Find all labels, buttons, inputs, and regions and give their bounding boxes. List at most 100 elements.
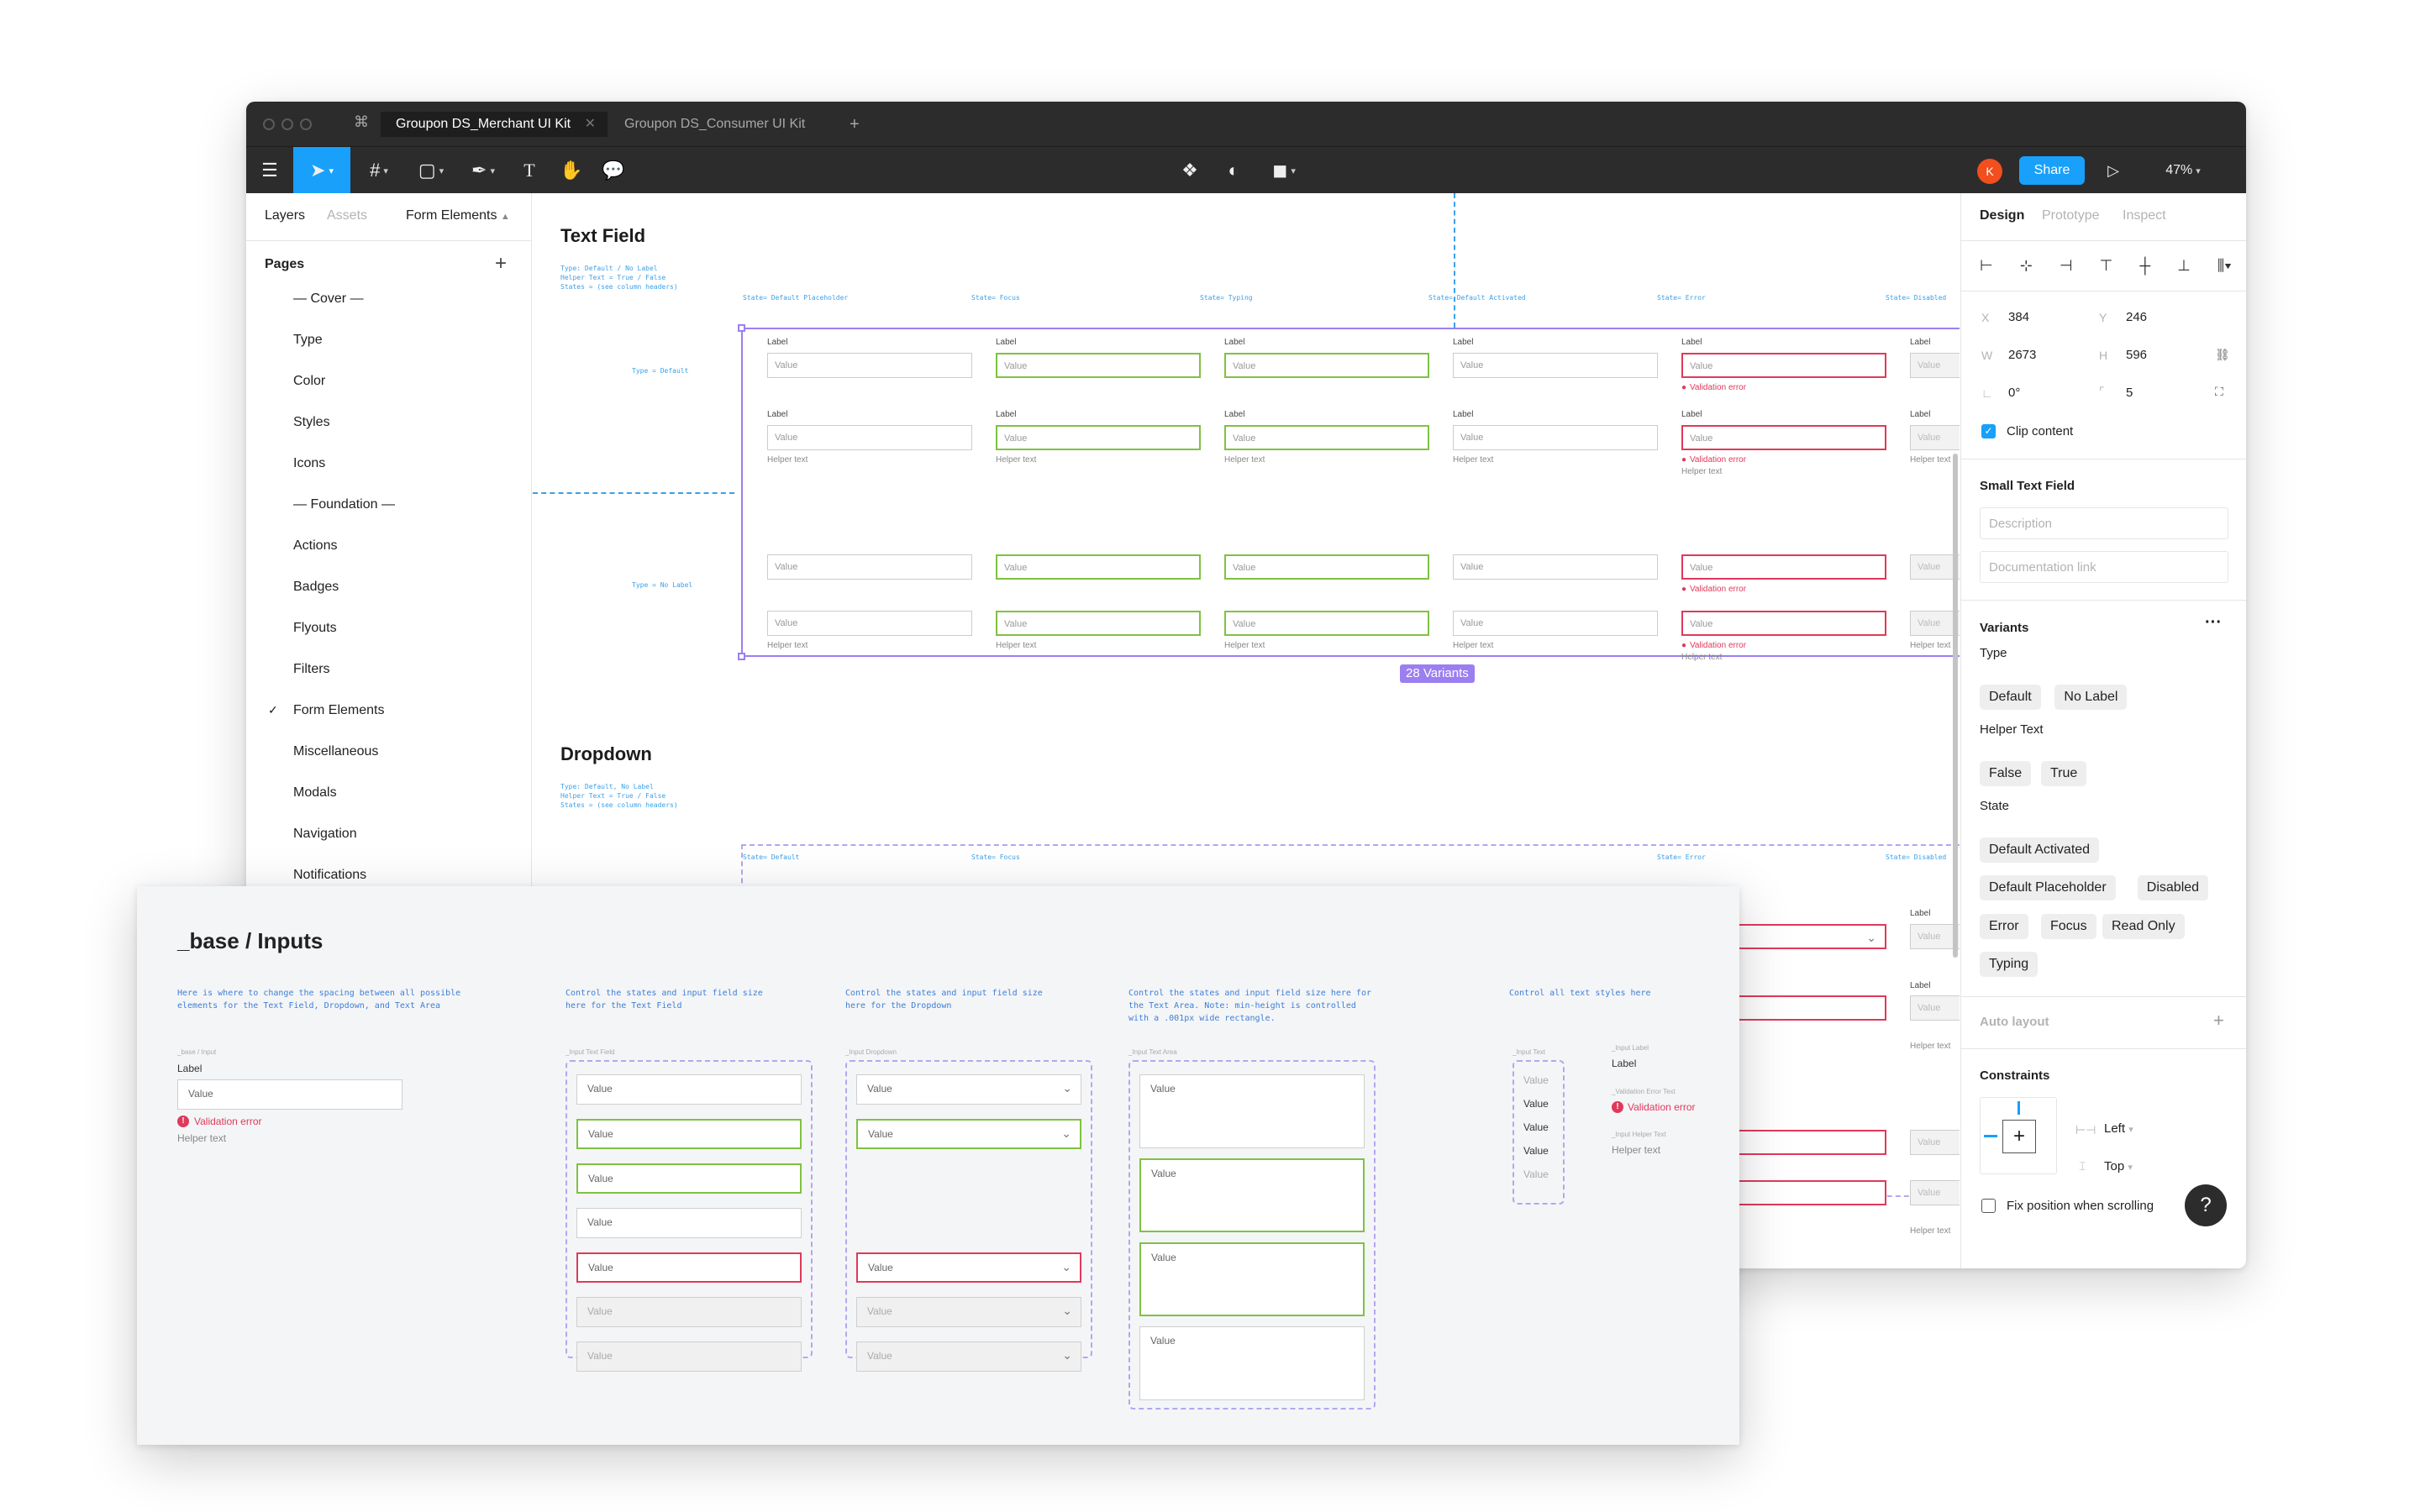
- page-item[interactable]: Modals: [293, 785, 337, 801]
- base-input[interactable]: Value: [177, 1079, 402, 1110]
- dropdown-state[interactable]: Value ⌄: [856, 1252, 1081, 1283]
- tab-layers[interactable]: Layers: [265, 208, 305, 223]
- text-field[interactable]: Value: [1224, 611, 1429, 636]
- minimize-window-icon[interactable]: [281, 118, 293, 130]
- variant-option-chip[interactable]: Disabled: [2137, 875, 2209, 900]
- text-field[interactable]: Value: [1453, 611, 1658, 636]
- independent-corners-icon[interactable]: ⛶: [2215, 385, 2223, 399]
- text-field[interactable]: Value: [1681, 611, 1886, 636]
- distribute-icon[interactable]: ⫼▾: [2217, 257, 2232, 275]
- mask-icon[interactable]: ◐: [1213, 147, 1255, 194]
- text-field-state[interactable]: Value: [576, 1341, 802, 1372]
- help-button[interactable]: ?: [2185, 1184, 2227, 1226]
- share-button[interactable]: Share: [2019, 156, 2085, 185]
- fix-position-checkbox[interactable]: [1981, 1199, 1996, 1213]
- page-item[interactable]: Icons: [293, 456, 325, 471]
- align-middle-icon[interactable]: ┼: [2139, 257, 2150, 275]
- page-item[interactable]: Type: [293, 333, 323, 348]
- constraint-top-line[interactable]: [2018, 1101, 2020, 1115]
- variant-option-chip[interactable]: Default Activated: [1980, 837, 2100, 863]
- canvas-scrollbar[interactable]: [1953, 454, 1958, 958]
- text-field[interactable]: Value: [767, 611, 972, 636]
- text-field[interactable]: Value: [1681, 554, 1886, 580]
- constraint-widget[interactable]: +: [1980, 1097, 2057, 1174]
- dropdown-field[interactable]: Value: [1910, 1130, 1960, 1155]
- clip-content-checkbox[interactable]: ✓: [1981, 424, 1996, 438]
- page-item[interactable]: Form Elements: [293, 703, 384, 718]
- documentation-link-field[interactable]: Documentation link: [1980, 551, 2228, 583]
- text-field[interactable]: Value: [1453, 425, 1658, 450]
- boolean-icon[interactable]: ◼ ▾: [1259, 147, 1309, 194]
- text-field[interactable]: Value: [1224, 554, 1429, 580]
- page-item[interactable]: Styles: [293, 415, 330, 430]
- close-window-icon[interactable]: [263, 118, 275, 130]
- page-item[interactable]: — Foundation —: [293, 497, 395, 512]
- tab-prototype[interactable]: Prototype: [2042, 208, 2099, 223]
- rectangle-tool-icon[interactable]: ▢ ▾: [406, 147, 456, 194]
- variant-option-chip[interactable]: Default Placeholder: [1980, 875, 2116, 900]
- page-item[interactable]: Badges: [293, 580, 339, 595]
- page-item[interactable]: Filters: [293, 662, 330, 677]
- maximize-window-icon[interactable]: [300, 118, 312, 130]
- variant-option-chip[interactable]: Error: [1980, 914, 2028, 939]
- text-field-state[interactable]: Value: [576, 1297, 802, 1327]
- component-icon[interactable]: ❖: [1169, 147, 1211, 194]
- text-field[interactable]: Value: [1910, 425, 1960, 450]
- variant-option-chip[interactable]: False: [1980, 761, 2032, 786]
- text-field[interactable]: Value: [1453, 353, 1658, 378]
- variant-option-chip[interactable]: True: [2041, 761, 2087, 786]
- move-tool-icon[interactable]: ➤ ▾: [293, 147, 350, 194]
- page-item[interactable]: Actions: [293, 538, 337, 554]
- frame-tool-icon[interactable]: # ▾: [354, 147, 404, 194]
- vertical-constraint[interactable]: Top ▾: [2104, 1159, 2133, 1173]
- dropdown-state[interactable]: Value ⌄: [856, 1074, 1081, 1105]
- tab-merchant-ui-kit[interactable]: Groupon DS_Merchant UI Kit ✕: [381, 112, 608, 137]
- description-field[interactable]: Description: [1980, 507, 2228, 539]
- align-bottom-icon[interactable]: ⊥: [2177, 257, 2191, 275]
- text-field[interactable]: Value: [1910, 353, 1960, 378]
- text-field-state[interactable]: Value: [576, 1163, 802, 1194]
- page-switcher[interactable]: Form Elements ▲: [406, 208, 510, 223]
- variant-option-chip[interactable]: Typing: [1980, 952, 2039, 977]
- add-auto-layout-icon[interactable]: +: [2213, 1010, 2224, 1032]
- text-field[interactable]: Value: [996, 425, 1201, 450]
- variant-option-chip[interactable]: No Label: [2054, 685, 2128, 710]
- h-field[interactable]: 596: [2126, 348, 2147, 362]
- variants-badge[interactable]: 28 Variants: [1400, 664, 1475, 683]
- text-field[interactable]: Value: [996, 554, 1201, 580]
- zoom-menu[interactable]: 47% ▾: [2137, 147, 2229, 194]
- text-field[interactable]: Value: [1453, 554, 1658, 580]
- comment-tool-icon[interactable]: 💬: [592, 147, 634, 194]
- text-field[interactable]: Value: [1224, 425, 1429, 450]
- page-item[interactable]: Flyouts: [293, 621, 337, 636]
- text-tool-icon[interactable]: T: [508, 147, 550, 194]
- present-icon[interactable]: ▷: [2095, 147, 2132, 194]
- tab-consumer-ui-kit[interactable]: Groupon DS_Consumer UI Kit: [624, 112, 818, 137]
- resize-handle[interactable]: [738, 653, 745, 660]
- dropdown-field[interactable]: Value: [1910, 995, 1960, 1021]
- add-page-icon[interactable]: +: [495, 252, 507, 276]
- align-left-icon[interactable]: ⊢: [1980, 257, 1993, 275]
- text-area-state[interactable]: Value: [1139, 1074, 1365, 1148]
- text-field[interactable]: Value: [996, 611, 1201, 636]
- close-tab-icon[interactable]: ✕: [585, 112, 596, 137]
- add-tab-icon[interactable]: +: [850, 112, 860, 137]
- dropdown-state[interactable]: Value ⌄: [856, 1297, 1081, 1327]
- text-field-state[interactable]: Value: [576, 1208, 802, 1238]
- pen-tool-icon[interactable]: ✒ ▾: [458, 147, 508, 194]
- text-field[interactable]: Value: [996, 353, 1201, 378]
- text-field[interactable]: Value: [767, 554, 972, 580]
- text-area-state[interactable]: Value: [1139, 1242, 1365, 1316]
- tab-inspect[interactable]: Inspect: [2123, 208, 2166, 223]
- tab-assets[interactable]: Assets: [327, 208, 367, 223]
- text-field-state[interactable]: Value: [576, 1252, 802, 1283]
- align-right-icon[interactable]: ⊣: [2060, 257, 2073, 275]
- page-item[interactable]: Miscellaneous: [293, 744, 378, 759]
- variant-option-chip[interactable]: Focus: [2041, 914, 2096, 939]
- text-field[interactable]: Value: [767, 425, 972, 450]
- horizontal-constraint[interactable]: Left ▾: [2104, 1121, 2133, 1136]
- main-menu-icon[interactable]: ☰: [246, 147, 293, 194]
- more-options-icon[interactable]: ···: [2205, 613, 2222, 633]
- text-field[interactable]: Value: [1681, 353, 1886, 378]
- variant-option-chip[interactable]: Read Only: [2102, 914, 2185, 939]
